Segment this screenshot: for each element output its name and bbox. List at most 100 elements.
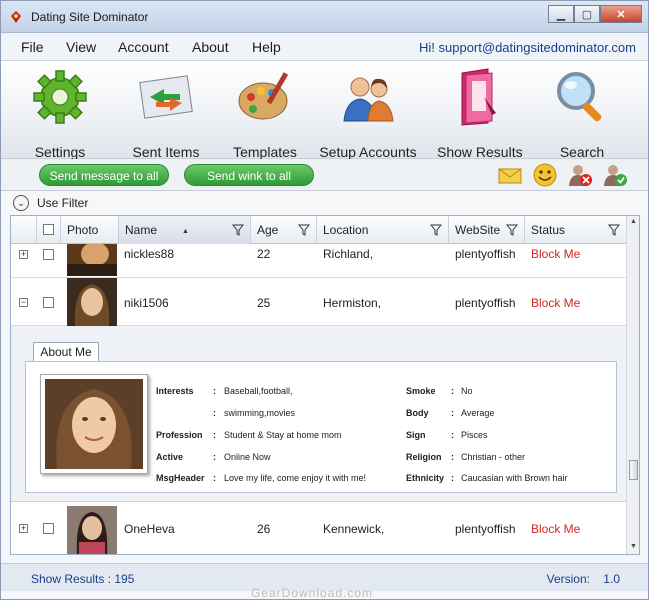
scroll-down-icon[interactable]: ▼ xyxy=(629,543,638,552)
app-logo-icon xyxy=(11,11,21,23)
search-button[interactable]: Search xyxy=(551,67,613,160)
row-checkbox[interactable] xyxy=(43,523,54,534)
header-photo[interactable]: Photo xyxy=(61,216,119,244)
support-greeting: Hi! support@datingsitedominator.com xyxy=(419,40,636,55)
row-name: niki1506 xyxy=(124,296,169,310)
maximize-button[interactable]: ▢ xyxy=(574,5,600,23)
ethnicity-value: Caucasian with Brown hair xyxy=(461,473,568,483)
approve-user-icon[interactable] xyxy=(602,162,628,188)
religion-value: Christian - other xyxy=(461,452,526,462)
profile-photo-large xyxy=(40,374,148,474)
colon: : xyxy=(451,386,454,396)
filter-toggle-button[interactable]: ⌄ xyxy=(13,195,29,211)
table-row[interactable]: + nickles88 22 Richland, plentyoffish Bl… xyxy=(11,244,627,278)
row-status-block-link[interactable]: Block Me xyxy=(531,296,580,310)
header-age-label: Age xyxy=(257,223,279,237)
filter-funnel-icon[interactable] xyxy=(232,224,244,236)
interests-value-cont: swimming,movies xyxy=(224,408,296,418)
close-button[interactable]: ✕ xyxy=(600,5,642,23)
header-location[interactable]: Location xyxy=(317,216,449,244)
profession-value: Student & Stay at home mom xyxy=(224,430,342,440)
header-website[interactable]: WebSite xyxy=(449,216,525,244)
header-name-label: Name xyxy=(125,223,158,237)
colon: : xyxy=(451,452,454,462)
scroll-up-icon[interactable]: ▲ xyxy=(629,218,638,227)
row-checkbox[interactable] xyxy=(43,249,54,260)
mail-icon[interactable] xyxy=(497,162,523,188)
row-age: 25 xyxy=(257,296,271,310)
setup-accounts-button[interactable]: Setup Accounts xyxy=(319,67,417,160)
setup-accounts-label: Setup Accounts xyxy=(319,144,417,160)
select-all-checkbox[interactable] xyxy=(43,224,54,235)
header-status-label: Status xyxy=(531,223,566,237)
vertical-scrollbar[interactable]: ▲ ▼ xyxy=(626,216,639,554)
profile-photo[interactable] xyxy=(67,244,117,276)
menu-account[interactable]: Account xyxy=(118,39,169,55)
watermark-text: GearDownload.com xyxy=(251,586,374,600)
settings-label: Settings xyxy=(34,144,86,160)
smoke-label: Smoke xyxy=(406,386,436,396)
expand-row-button[interactable]: + xyxy=(19,250,28,259)
header-status[interactable]: Status xyxy=(525,216,627,244)
filter-funnel-icon[interactable] xyxy=(430,224,442,236)
minimize-button[interactable]: ▁ xyxy=(548,5,574,23)
interests-value: Baseball,football, xyxy=(224,386,293,396)
ethnicity-label: Ethnicity xyxy=(406,473,445,483)
main-toolbar: Settings Sent Items Templates Setup Acco… xyxy=(1,61,648,160)
active-value: Online Now xyxy=(224,452,271,462)
header-age[interactable]: Age xyxy=(251,216,317,244)
sent-items-label: Sent Items xyxy=(132,144,200,160)
results-count: Show Results : 195 xyxy=(31,572,135,586)
sent-items-button[interactable]: Sent Items xyxy=(131,67,201,160)
menu-help[interactable]: Help xyxy=(252,39,281,55)
row-status-block-link[interactable]: Block Me xyxy=(531,522,580,536)
row-website: plentyoffish xyxy=(455,522,516,536)
menu-about[interactable]: About xyxy=(192,39,229,55)
menu-file[interactable]: File xyxy=(21,39,44,55)
send-wink-to-all-button[interactable]: Send wink to all xyxy=(184,164,314,186)
table-row[interactable]: − niki1506 25 Hermiston, plentyoffish Bl… xyxy=(11,278,627,326)
filter-funnel-icon[interactable] xyxy=(608,224,620,236)
profile-photo[interactable] xyxy=(67,278,117,326)
row-name: OneHeva xyxy=(124,522,175,536)
row-website: plentyoffish xyxy=(455,247,516,261)
block-user-icon[interactable] xyxy=(567,162,593,188)
profile-portrait-image xyxy=(45,379,143,469)
header-expand-col xyxy=(11,216,37,244)
row-age: 22 xyxy=(257,247,271,261)
row-location: Richland, xyxy=(323,247,374,261)
collapse-row-button[interactable]: − xyxy=(19,298,28,307)
row-checkbox[interactable] xyxy=(43,297,54,308)
header-name[interactable]: ▲ Name xyxy=(119,216,251,244)
tab-about-me[interactable]: About Me xyxy=(33,342,99,362)
profile-photo[interactable] xyxy=(67,506,117,554)
settings-button[interactable]: Settings xyxy=(29,67,91,160)
templates-button[interactable]: Templates xyxy=(233,67,297,160)
menu-view[interactable]: View xyxy=(66,39,96,55)
filter-funnel-icon[interactable] xyxy=(506,224,518,236)
filter-funnel-icon[interactable] xyxy=(298,224,310,236)
msgheader-value: Love my life, come enjoy it with me! xyxy=(224,473,367,483)
msgheader-label: MsgHeader xyxy=(156,473,205,483)
colon: : xyxy=(213,473,216,483)
row-status-block-link[interactable]: Block Me xyxy=(531,247,580,261)
body-label: Body xyxy=(406,408,429,418)
search-label: Search xyxy=(559,144,605,160)
smiley-icon[interactable] xyxy=(532,162,558,188)
expand-row-button[interactable]: + xyxy=(19,524,28,533)
row-location: Hermiston, xyxy=(323,296,382,310)
send-message-to-all-button[interactable]: Send message to all xyxy=(39,164,169,186)
scroll-thumb[interactable] xyxy=(629,460,638,480)
body-value: Average xyxy=(461,408,495,418)
use-filter-label[interactable]: Use Filter xyxy=(37,196,88,210)
action-bar: Send message to all Send wink to all xyxy=(1,159,648,191)
chevron-down-icon: ⌄ xyxy=(17,198,25,208)
colon: : xyxy=(213,408,216,418)
show-results-button[interactable]: Show Results xyxy=(437,67,523,160)
colon: : xyxy=(213,386,216,396)
smoke-value: No xyxy=(461,386,473,396)
filter-bar: ⌄ Use Filter xyxy=(1,191,648,215)
row-location: Kennewick, xyxy=(323,522,385,536)
results-grid: Photo ▲ Name Age Location WebSite Status xyxy=(10,215,640,555)
table-row[interactable]: + OneHeva 26 Kennewick, plentyoffish Blo… xyxy=(11,504,627,554)
